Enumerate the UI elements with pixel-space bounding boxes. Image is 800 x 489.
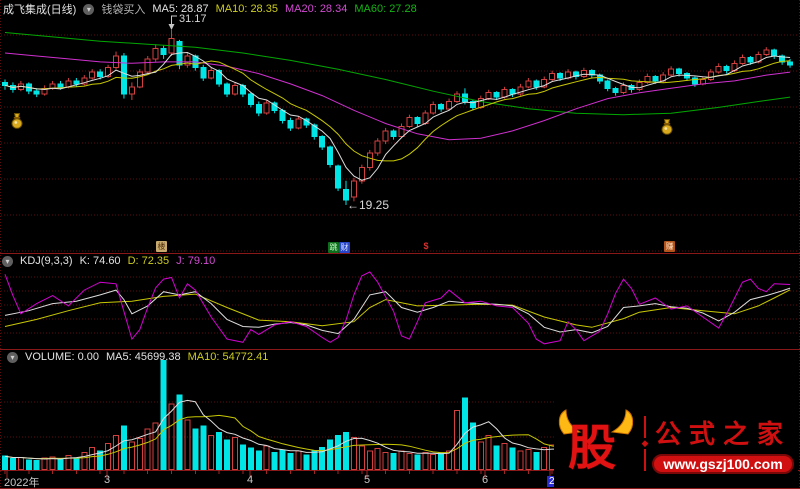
signal-marker: 跳 (328, 242, 339, 253)
diamond-icon: ◆ (641, 438, 649, 448)
main-chart-header: 成飞集成(日线) ▾ 钱袋买入 MA5: 28.87 MA10: 28.35 M… (3, 1, 417, 17)
kdj-title: KDJ(9,3,3) (20, 255, 73, 267)
volume-panel-header: ▾ VOLUME: 0.00 MA5: 45699.38 MA10: 54772… (7, 351, 268, 363)
signal-marker: 财 (339, 242, 350, 253)
collapse-icon[interactable]: ▾ (2, 255, 13, 267)
bull-character: 股 (568, 421, 617, 475)
axis-label: 2022年 (4, 477, 40, 489)
watermark-divider: ◆ (638, 413, 652, 475)
volume-ma5-value: MA5: 45699.38 (105, 351, 181, 363)
site-url: www.gszj100.com (652, 453, 794, 474)
kdj-j-value: J: 79.10 (176, 255, 216, 267)
volume-ma10-value: MA10: 54772.41 (187, 351, 269, 363)
kdj-panel-header: ▾ KDJ(9,3,3) K: 74.60 D: 72.35 J: 79.10 (2, 255, 215, 267)
high-price-annotation: 31.17 (179, 13, 207, 25)
watermark-logo: 股 ◆ 公式之家 www.gszj100.com (554, 399, 798, 488)
x-axis-ticks (4, 470, 553, 478)
annotation-arrows (168, 15, 177, 30)
axis-label: 3 (104, 474, 111, 486)
kdj-d-value: D: 72.35 (127, 255, 170, 267)
low-price-annotation: ←19.25 (347, 198, 390, 212)
axis-label: 5 (364, 474, 371, 486)
signal-marker: 赚 (664, 241, 675, 252)
axis-label: 6 (482, 474, 489, 486)
signal-marker: $ (423, 241, 429, 251)
collapse-icon[interactable]: ▾ (7, 351, 18, 363)
kdj-k-value: K: 74.60 (79, 255, 121, 267)
ma-lines-layer (4, 32, 791, 181)
signal-marker: 楼 (156, 241, 167, 252)
axis-label: 4 (247, 474, 254, 486)
ma60-value: MA60: 27.28 (354, 3, 417, 15)
collapse-icon[interactable]: ▾ (83, 3, 95, 15)
money-bag-icon (661, 119, 673, 135)
ma10-value: MA10: 28.35 (215, 3, 278, 15)
volume-value: VOLUME: 0.00 (25, 351, 99, 363)
stock-title: 成飞集成(日线) (3, 4, 77, 16)
indicator-name: 钱袋买入 (101, 4, 146, 16)
money-bag-icon (11, 113, 23, 129)
bull-logo: 股 (554, 401, 638, 487)
site-name: 公式之家 (654, 419, 791, 449)
stock-chart-app: 成飞集成(日线) ▾ 钱袋买入 MA5: 28.87 MA10: 28.35 M… (0, 0, 800, 489)
ma20-value: MA20: 28.34 (284, 3, 348, 15)
